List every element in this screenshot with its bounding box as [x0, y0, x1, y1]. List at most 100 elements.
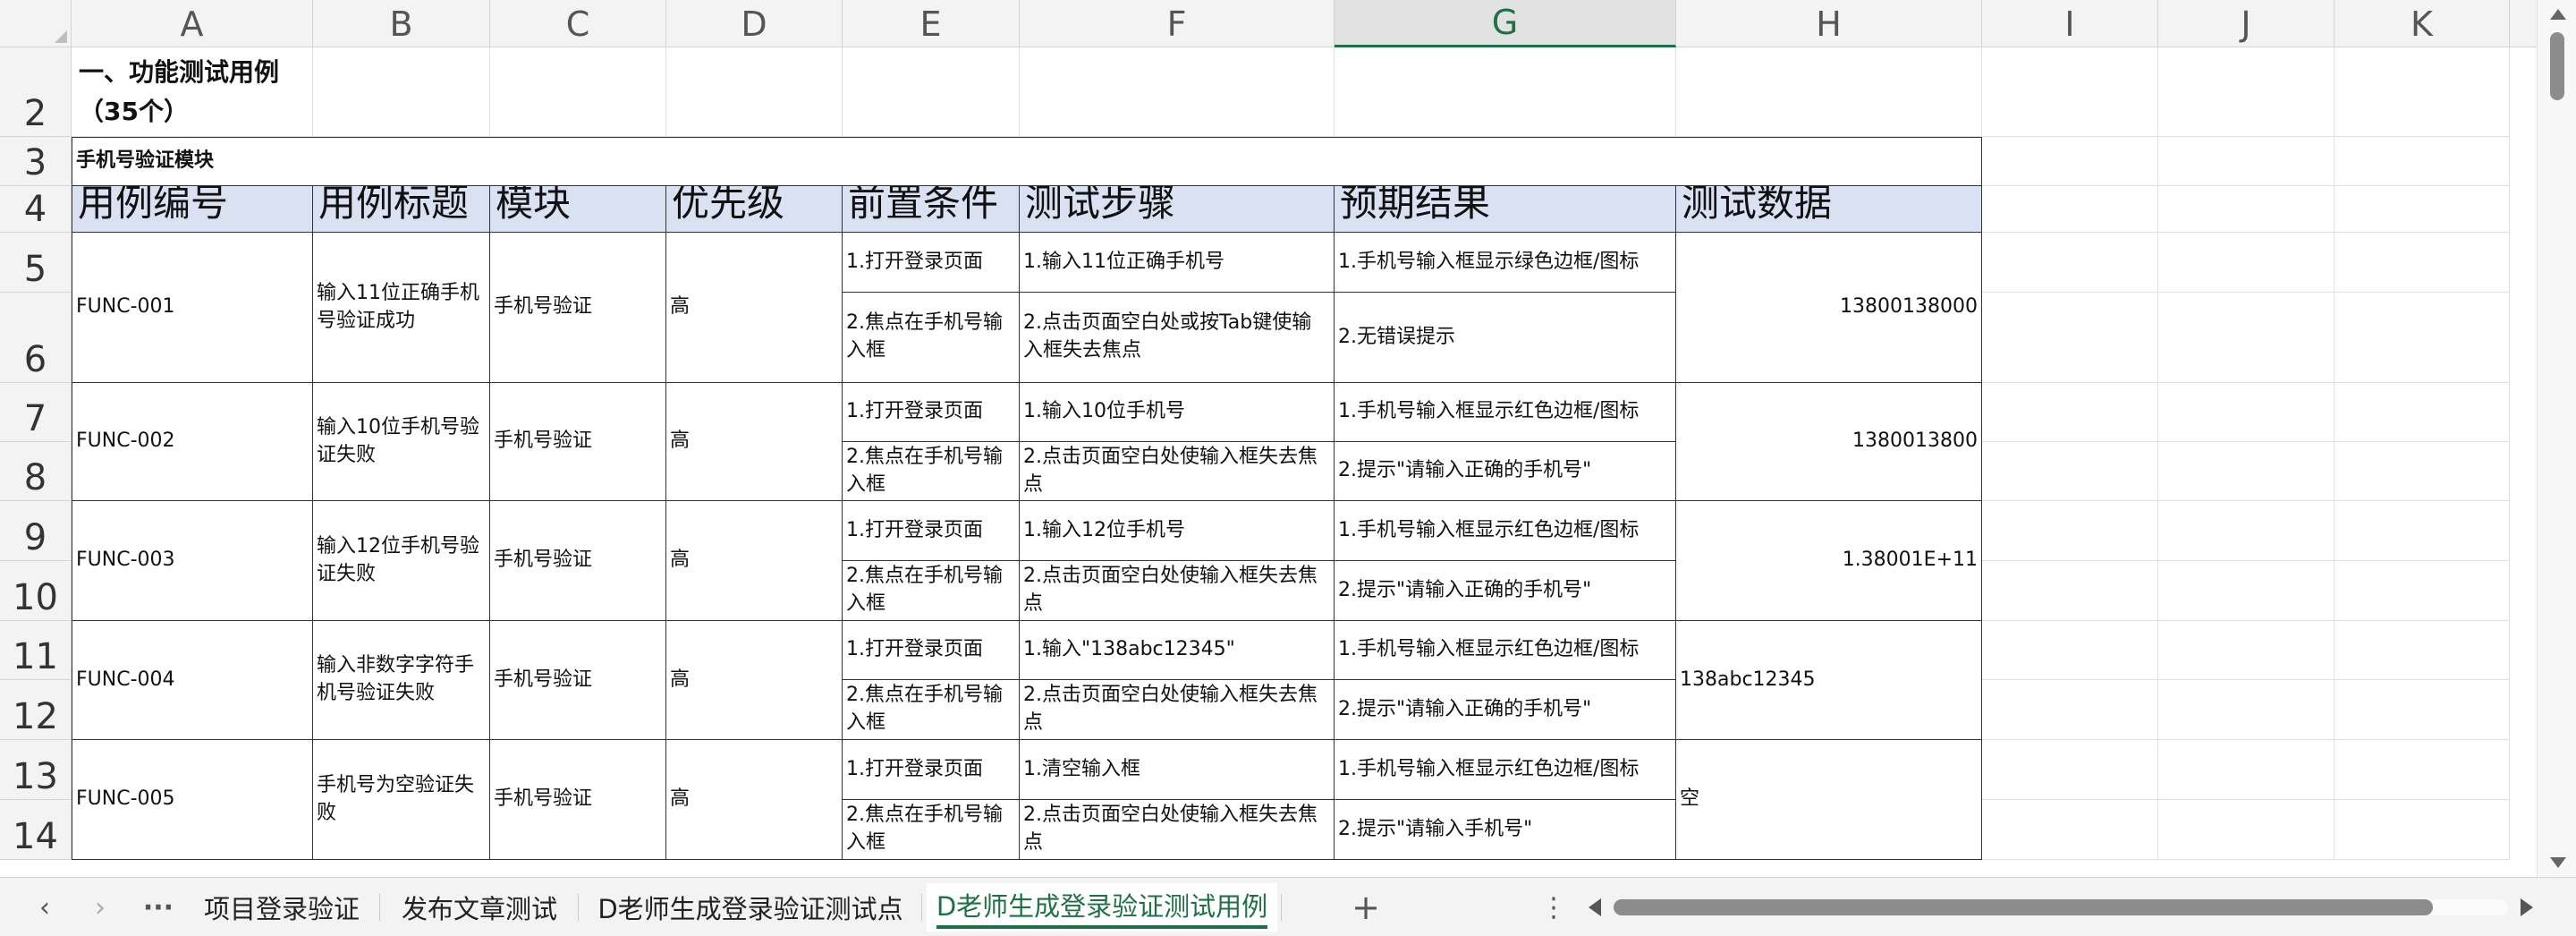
row-header-6[interactable]: 6 — [0, 293, 72, 383]
case-title-cell[interactable]: 输入12位手机号验证失败 — [313, 501, 490, 621]
empty-cell[interactable] — [1982, 47, 2158, 137]
case-expected-cell[interactable]: 2.提示"请输入正确的手机号" — [1335, 561, 1676, 621]
case-priority-cell[interactable]: 高 — [666, 501, 843, 621]
empty-cell[interactable] — [2158, 501, 2334, 561]
empty-cell[interactable] — [1982, 740, 2158, 800]
column-header-e[interactable]: E — [843, 0, 1020, 47]
empty-cell[interactable] — [2334, 800, 2510, 860]
row-header-7[interactable]: 7 — [0, 383, 72, 442]
empty-cell[interactable] — [2158, 293, 2334, 383]
empty-cell[interactable] — [2334, 137, 2510, 186]
case-step-cell[interactable]: 2.点击页面空白处使输入框失去焦点 — [1020, 561, 1335, 621]
empty-cell[interactable] — [1335, 47, 1676, 137]
case-precondition-cell[interactable]: 2.焦点在手机号输入框 — [843, 442, 1020, 501]
column-header-d[interactable]: D — [666, 0, 843, 47]
empty-cell[interactable] — [2334, 561, 2510, 621]
case-step-cell[interactable]: 1.输入"138abc12345" — [1020, 621, 1335, 680]
case-title-cell[interactable]: 手机号为空验证失败 — [313, 740, 490, 860]
case-testdata-cell[interactable]: 13800138000 — [1676, 233, 1982, 383]
empty-cell[interactable] — [2158, 442, 2334, 501]
case-expected-cell[interactable]: 1.手机号输入框显示红色边框/图标 — [1335, 501, 1676, 561]
column-header-f[interactable]: F — [1020, 0, 1335, 47]
column-header-g[interactable]: G — [1335, 0, 1676, 47]
empty-cell[interactable] — [666, 47, 843, 137]
empty-cell[interactable] — [1982, 621, 2158, 680]
more-icon[interactable]: ··· — [136, 885, 181, 930]
case-module-cell[interactable]: 手机号验证 — [490, 383, 666, 501]
empty-cell[interactable] — [2158, 233, 2334, 293]
column-header-c[interactable]: C — [490, 0, 666, 47]
empty-cell[interactable] — [2158, 561, 2334, 621]
case-expected-cell[interactable]: 1.手机号输入框显示红色边框/图标 — [1335, 740, 1676, 800]
case-precondition-cell[interactable]: 1.打开登录页面 — [843, 233, 1020, 293]
empty-cell[interactable] — [2334, 186, 2510, 233]
case-expected-cell[interactable]: 2.提示"请输入正确的手机号" — [1335, 680, 1676, 740]
horizontal-scrollbar[interactable] — [1583, 890, 2538, 923]
case-precondition-cell[interactable]: 2.焦点在手机号输入框 — [843, 680, 1020, 740]
empty-cell[interactable] — [2334, 233, 2510, 293]
column-header-j[interactable]: J — [2158, 0, 2334, 47]
empty-cell[interactable] — [2334, 47, 2510, 137]
case-module-cell[interactable]: 手机号验证 — [490, 621, 666, 740]
table-header-cell[interactable]: 前置条件 — [843, 186, 1020, 233]
empty-cell[interactable] — [2334, 740, 2510, 800]
empty-cell[interactable] — [1676, 47, 1982, 137]
vertical-scrollbar[interactable] — [2537, 0, 2576, 877]
case-title-cell[interactable]: 输入非数字字符手机号验证失败 — [313, 621, 490, 740]
case-testdata-cell[interactable]: 138abc12345 — [1676, 621, 1982, 740]
empty-cell[interactable] — [2334, 383, 2510, 442]
case-precondition-cell[interactable]: 1.打开登录页面 — [843, 383, 1020, 442]
row-header-8[interactable]: 8 — [0, 442, 72, 501]
row-header-12[interactable]: 12 — [0, 680, 72, 740]
row-header-10[interactable]: 10 — [0, 561, 72, 621]
empty-cell[interactable] — [1982, 442, 2158, 501]
empty-cell[interactable] — [1982, 800, 2158, 860]
case-step-cell[interactable]: 1.清空输入框 — [1020, 740, 1335, 800]
case-title-cell[interactable]: 输入11位正确手机号验证成功 — [313, 233, 490, 383]
column-header-h[interactable]: H — [1676, 0, 1982, 47]
empty-cell[interactable] — [313, 47, 490, 137]
case-step-cell[interactable]: 1.输入12位手机号 — [1020, 501, 1335, 561]
case-precondition-cell[interactable]: 2.焦点在手机号输入框 — [843, 293, 1020, 383]
section-title-cell[interactable]: 手机号验证模块 — [72, 137, 1982, 186]
column-header-b[interactable]: B — [313, 0, 490, 47]
empty-cell[interactable] — [2158, 137, 2334, 186]
case-precondition-cell[interactable]: 2.焦点在手机号输入框 — [843, 800, 1020, 860]
case-expected-cell[interactable]: 2.提示"请输入手机号" — [1335, 800, 1676, 860]
empty-cell[interactable] — [843, 47, 1020, 137]
case-id-cell[interactable]: FUNC-004 — [72, 621, 313, 740]
table-header-cell[interactable]: 模块 — [490, 186, 666, 233]
add-sheet-icon[interactable]: + — [1346, 885, 1385, 930]
sheet-tab-project-login[interactable]: 项目登录验证 — [195, 883, 369, 932]
empty-cell[interactable] — [1982, 137, 2158, 186]
case-expected-cell[interactable]: 1.手机号输入框显示红色边框/图标 — [1335, 383, 1676, 442]
column-header-a[interactable]: A — [72, 0, 313, 47]
case-priority-cell[interactable]: 高 — [666, 383, 843, 501]
case-priority-cell[interactable]: 高 — [666, 740, 843, 860]
empty-cell[interactable] — [1982, 233, 2158, 293]
empty-cell[interactable] — [1982, 383, 2158, 442]
case-step-cell[interactable]: 1.输入11位正确手机号 — [1020, 233, 1335, 293]
empty-cell[interactable] — [1020, 47, 1335, 137]
column-header-k[interactable]: K — [2334, 0, 2510, 47]
empty-cell[interactable] — [2158, 680, 2334, 740]
empty-cell[interactable] — [1982, 293, 2158, 383]
empty-cell[interactable] — [2158, 621, 2334, 680]
empty-cell[interactable] — [2334, 680, 2510, 740]
empty-cell[interactable] — [2158, 186, 2334, 233]
case-title-cell[interactable]: 输入10位手机号验证失败 — [313, 383, 490, 501]
empty-cell[interactable] — [2334, 501, 2510, 561]
sheet-tab-test-cases[interactable]: D老师生成登录验证测试用例 — [927, 883, 1277, 932]
empty-cell[interactable] — [2158, 383, 2334, 442]
empty-cell[interactable] — [2334, 293, 2510, 383]
empty-cell[interactable] — [1982, 501, 2158, 561]
case-module-cell[interactable]: 手机号验证 — [490, 233, 666, 383]
case-id-cell[interactable]: FUNC-002 — [72, 383, 313, 501]
case-priority-cell[interactable]: 高 — [666, 233, 843, 383]
vertical-more-icon[interactable]: ⋮ — [1540, 885, 1567, 930]
case-step-cell[interactable]: 2.点击页面空白处或按Tab键使输入框失去焦点 — [1020, 293, 1335, 383]
case-testdata-cell[interactable]: 1380013800 — [1676, 383, 1982, 501]
row-header-4[interactable]: 4 — [0, 186, 72, 233]
table-header-cell[interactable]: 用例标题 — [313, 186, 490, 233]
case-priority-cell[interactable]: 高 — [666, 621, 843, 740]
